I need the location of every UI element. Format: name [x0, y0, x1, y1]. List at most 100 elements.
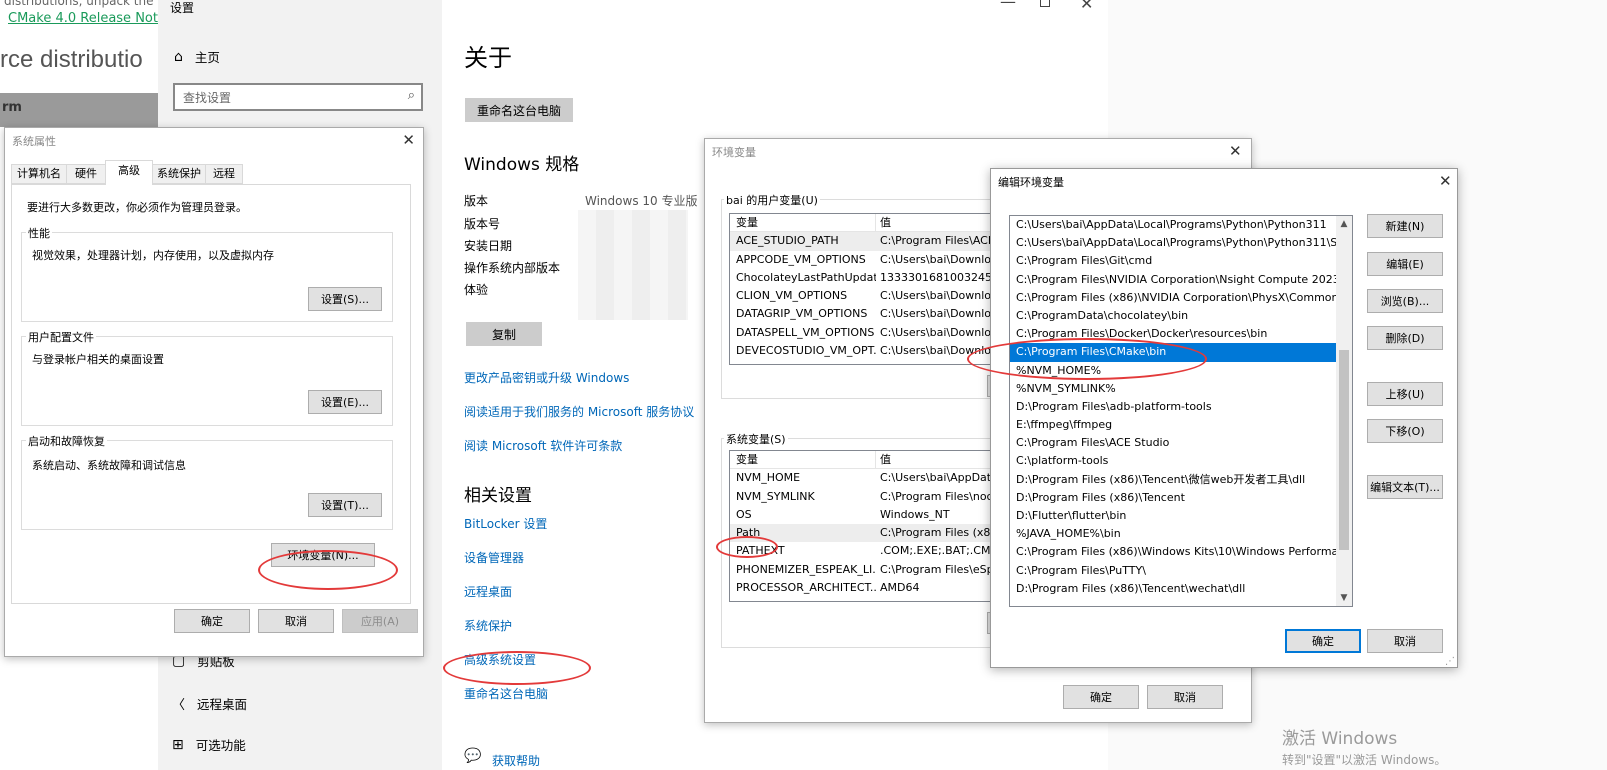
system-vars-table[interactable]: 变量 值 NVM_HOME C:\Users\bai\AppDat NVM_SYM…	[729, 450, 1029, 602]
sysprops-apply-button[interactable]: 应用(A)	[342, 609, 418, 633]
tab-hardware[interactable]: 硬件	[66, 164, 106, 184]
maximize-button[interactable]	[1040, 0, 1050, 7]
group-user-profiles: 用户配置文件 与登录帐户相关的桌面设置 设置(E)...	[21, 329, 393, 426]
environment-variables-button[interactable]: 环境变量(N)...	[271, 543, 375, 567]
list-item[interactable]: D:\Program Files (x86)\Tencent	[1010, 489, 1336, 507]
copy-button[interactable]: 复制	[466, 322, 542, 346]
resize-grip-icon[interactable]: ⋰	[1445, 656, 1455, 667]
system-protection-link[interactable]: 系统保护	[464, 617, 512, 634]
col-variable[interactable]: 变量	[730, 214, 876, 232]
scroll-down-icon[interactable]: ▼	[1336, 590, 1352, 606]
startup-recovery-settings-button[interactable]: 设置(T)...	[308, 493, 382, 517]
list-item[interactable]: D:\Flutter\flutter\bin	[1010, 507, 1336, 525]
group-user-profiles-desc: 与登录帐户相关的桌面设置	[32, 353, 164, 366]
table-row[interactable]: PATHEXT .COM;.EXE;.BAT;.CMD	[730, 542, 1028, 560]
table-row[interactable]: PROCESSOR_ARCHITECT... AMD64	[730, 579, 1028, 597]
sysprops-ok-button[interactable]: 确定	[174, 609, 250, 633]
list-item[interactable]: C:\platform-tools	[1010, 452, 1336, 470]
activation-line2: 转到"设置"以激活 Windows。	[1282, 753, 1447, 767]
list-item[interactable]: C:\Users\bai\AppData\Local\Programs\Pyth…	[1010, 216, 1336, 234]
minimize-button[interactable]: —	[1000, 0, 1016, 11]
move-down-button[interactable]: 下移(O)	[1367, 419, 1443, 443]
cmake-release-notes-link[interactable]: CMake 4.0 Release Notes	[8, 11, 173, 26]
table-row[interactable]: ChocolateyLastPathUpdate 1333301681003245…	[730, 269, 1028, 287]
list-item[interactable]: %NVM_HOME%	[1010, 362, 1336, 380]
table-row[interactable]: NVM_HOME C:\Users\bai\AppDat	[730, 469, 1028, 487]
table-row[interactable]: DATASPELL_VM_OPTIONS C:\Users\bai\Downlo	[730, 324, 1028, 342]
edit-entry-button[interactable]: 编辑(E)	[1367, 252, 1443, 276]
table-row[interactable]: APPCODE_VM_OPTIONS C:\Users\bai\Downlo	[730, 251, 1028, 269]
table-row[interactable]: DEVECOSTUDIO_VM_OPT... C:\Users\bai\Downl…	[730, 342, 1028, 360]
nav-optional-features[interactable]: ⊞ 可选功能	[172, 735, 246, 754]
sysprops-close-button[interactable]: ✕	[402, 131, 415, 149]
env-vars-ok-button[interactable]: 确定	[1063, 685, 1139, 709]
list-item[interactable]: %NVM_SYMLINK%	[1010, 380, 1336, 398]
rename-pc-link[interactable]: 重命名这台电脑	[464, 685, 548, 702]
edit-env-cancel-button[interactable]: 取消	[1367, 629, 1443, 653]
nav-home[interactable]: ⌂ 主页	[174, 47, 220, 66]
table-row[interactable]: NVM_SYMLINK C:\Program Files\noc	[730, 488, 1028, 506]
col-variable[interactable]: 变量	[730, 451, 876, 469]
settings-search-box[interactable]: 查找设置 ⌕	[173, 83, 423, 111]
scroll-thumb[interactable]	[1339, 350, 1349, 550]
advanced-system-settings-link[interactable]: 高级系统设置	[464, 651, 536, 668]
list-item[interactable]: C:\Program Files (x86)\Windows Kits\10\W…	[1010, 543, 1336, 561]
user-vars-table[interactable]: 变量 值 ACE_STUDIO_PATH C:\Program Files\ACE…	[729, 213, 1029, 365]
get-help-link[interactable]: 获取帮助	[492, 752, 540, 769]
var-name: NVM_SYMLINK	[736, 489, 815, 503]
edit-text-button[interactable]: 编辑文本(T)...	[1367, 475, 1443, 499]
move-up-button[interactable]: 上移(U)	[1367, 382, 1443, 406]
nav-remote-desktop[interactable]: 〈 远程桌面	[172, 694, 247, 713]
table-row[interactable]: DATAGRIP_VM_OPTIONS C:\Users\bai\Downlo	[730, 305, 1028, 323]
license-terms-link[interactable]: 阅读 Microsoft 软件许可条款	[464, 437, 622, 454]
list-item[interactable]: C:\Users\bai\AppData\Local\Programs\Pyth…	[1010, 234, 1336, 252]
sysprops-cancel-button[interactable]: 取消	[258, 609, 334, 633]
list-item[interactable]: C:\ProgramData\chocolatey\bin	[1010, 307, 1336, 325]
rename-pc-button[interactable]: 重命名这台电脑	[465, 98, 573, 122]
table-row[interactable]: CLION_VM_OPTIONS C:\Users\bai\Downlo	[730, 287, 1028, 305]
delete-entry-button[interactable]: 删除(D)	[1367, 326, 1443, 350]
about-title: 关于	[464, 44, 512, 72]
list-item[interactable]: C:\Program Files (x86)\NVIDIA Corporatio…	[1010, 289, 1336, 307]
list-item[interactable]: C:\Program Files\ACE Studio	[1010, 434, 1336, 452]
performance-settings-button[interactable]: 设置(S)...	[308, 287, 382, 311]
tab-computer-name[interactable]: 计算机名	[11, 164, 67, 184]
table-row[interactable]: PHONEMIZER_ESPEAK_LI... C:\Program Files\…	[730, 561, 1028, 579]
browse-button[interactable]: 浏览(B)...	[1367, 289, 1443, 313]
device-manager-link[interactable]: 设备管理器	[464, 549, 524, 566]
tab-advanced[interactable]: 高级	[105, 160, 153, 185]
list-item[interactable]: E:\ffmpeg\ffmpeg	[1010, 416, 1336, 434]
list-item[interactable]: C:\Program Files\Docker\Docker\resources…	[1010, 325, 1336, 343]
env-vars-cancel-button[interactable]: 取消	[1147, 685, 1223, 709]
edit-env-ok-button[interactable]: 确定	[1285, 629, 1361, 653]
new-entry-button[interactable]: 新建(N)	[1367, 214, 1443, 238]
change-product-key-link[interactable]: 更改产品密钥或升级 Windows	[464, 369, 629, 386]
list-item-selected[interactable]: C:\Program Files\CMake\bin	[1010, 343, 1336, 362]
scroll-up-icon[interactable]: ▲	[1336, 216, 1352, 232]
list-scrollbar[interactable]: ▲ ▼	[1336, 216, 1352, 606]
service-agreement-link[interactable]: 阅读适用于我们服务的 Microsoft 服务协议	[464, 403, 694, 420]
table-row[interactable]: Path C:\Program Files (x86	[730, 524, 1028, 543]
spec-label-experience: 体验	[464, 283, 489, 297]
list-item[interactable]: D:\Program Files (x86)\Tencent\wechat\dl…	[1010, 580, 1336, 598]
remote-desktop-link[interactable]: 远程桌面	[464, 583, 512, 600]
table-row[interactable]: OS Windows_NT	[730, 506, 1028, 524]
list-item[interactable]: D:\Program Files (x86)\Tencent\微信web开发者工…	[1010, 471, 1336, 489]
table-row[interactable]: ACE_STUDIO_PATH C:\Program Files\ACE	[730, 232, 1028, 251]
list-item[interactable]: C:\Program Files\NVIDIA Corporation\Nsig…	[1010, 271, 1336, 289]
tab-remote[interactable]: 远程	[205, 164, 243, 184]
list-item[interactable]: %JAVA_HOME%\bin	[1010, 525, 1336, 543]
env-vars-close-button[interactable]: ✕	[1229, 142, 1242, 160]
path-entries-list[interactable]: C:\Users\bai\AppData\Local\Programs\Pyth…	[1009, 215, 1353, 607]
list-item[interactable]: D:\Program Files\adb-platform-tools	[1010, 398, 1336, 416]
edit-env-close-button[interactable]: ✕	[1439, 172, 1452, 190]
user-profiles-settings-button[interactable]: 设置(E)...	[308, 390, 382, 414]
system-vars-header: 变量 值	[730, 451, 1028, 470]
tab-system-protection[interactable]: 系统保护	[152, 164, 206, 184]
list-item[interactable]: C:\Program Files\PuTTY\	[1010, 562, 1336, 580]
bitlocker-link[interactable]: BitLocker 设置	[464, 515, 547, 532]
spec-label-install-date: 安装日期	[464, 239, 513, 253]
var-name: DATAGRIP_VM_OPTIONS	[736, 307, 868, 321]
close-button[interactable]: ✕	[1080, 0, 1093, 13]
list-item[interactable]: C:\Program Files\Git\cmd	[1010, 252, 1336, 270]
